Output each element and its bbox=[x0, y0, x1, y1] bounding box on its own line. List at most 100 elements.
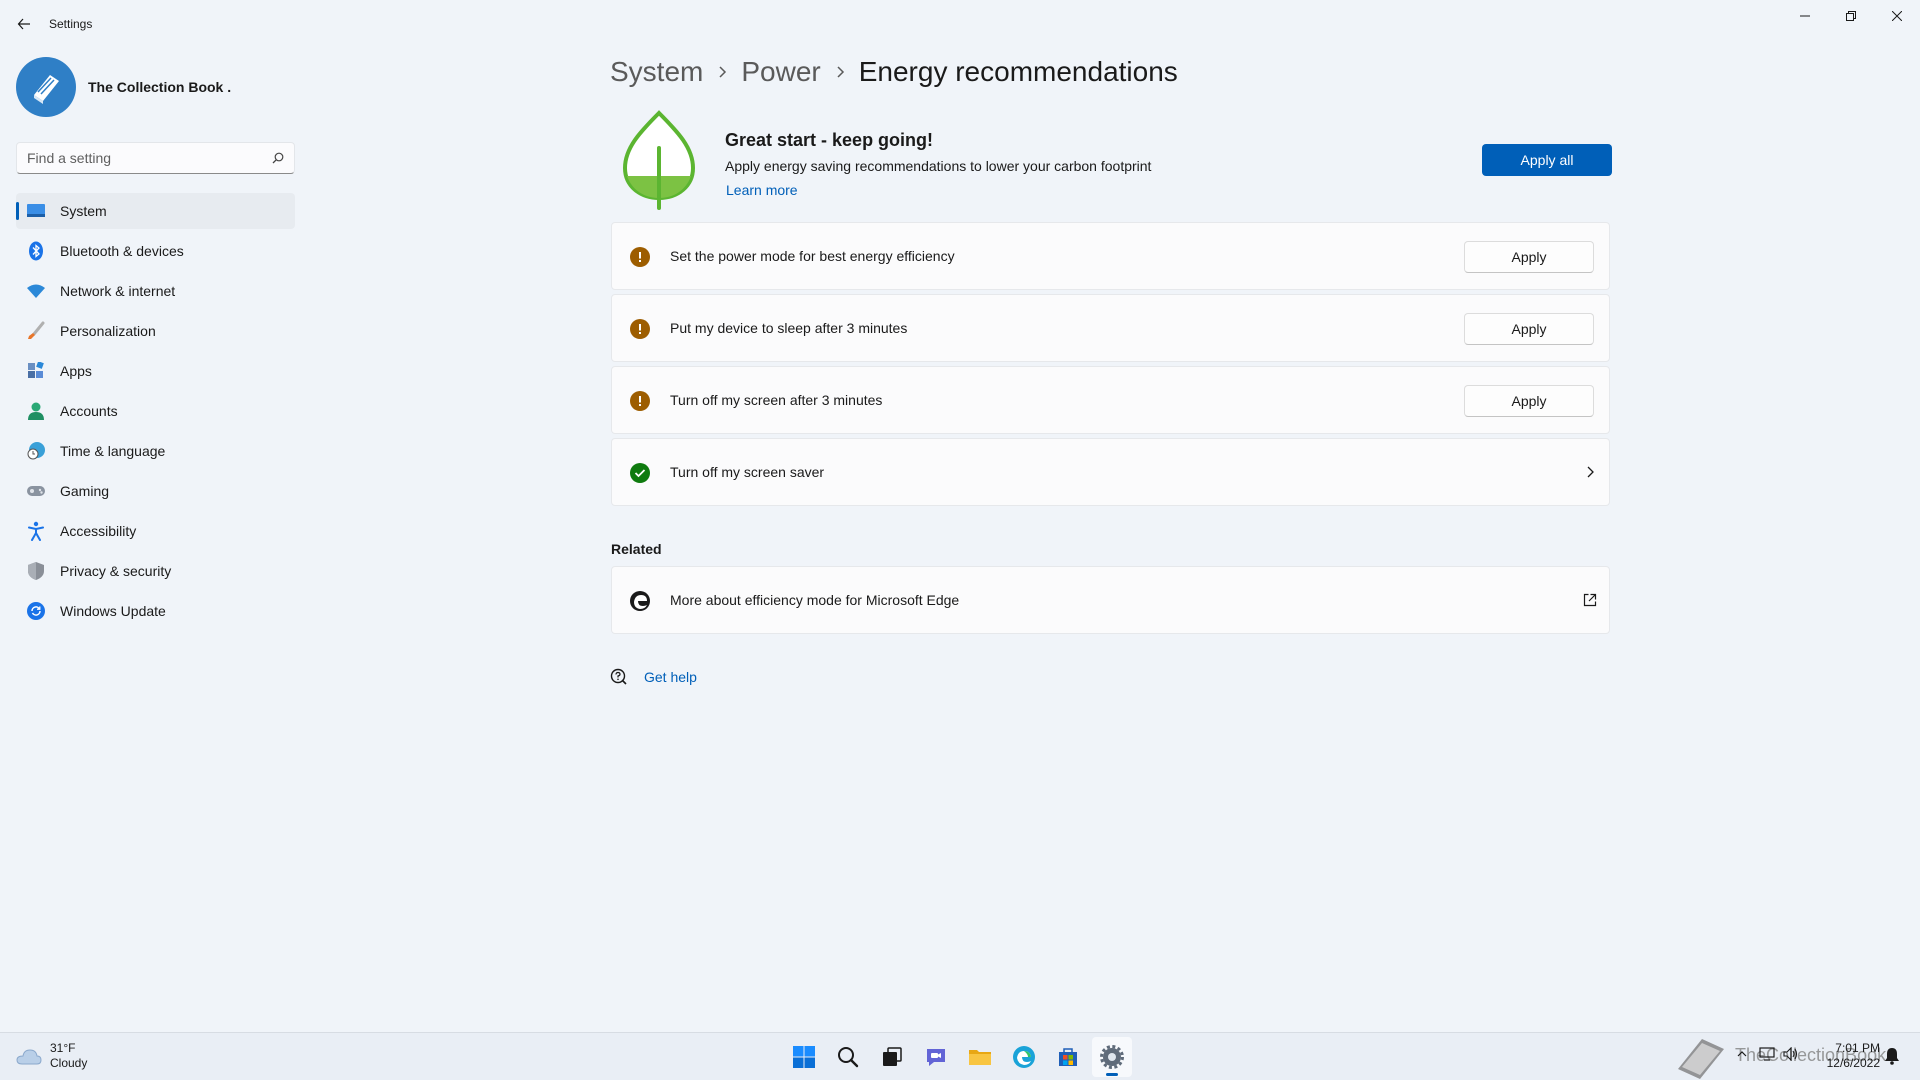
search-input[interactable] bbox=[27, 150, 272, 166]
shield-icon bbox=[26, 561, 46, 581]
sidebar-item-network[interactable]: Network & internet bbox=[16, 273, 295, 309]
apply-all-button[interactable]: Apply all bbox=[1482, 144, 1612, 176]
help-chat-icon bbox=[610, 668, 627, 685]
get-help[interactable]: Get help bbox=[610, 668, 697, 686]
clock-date: 12/6/2022 bbox=[1826, 1056, 1880, 1070]
avatar bbox=[16, 57, 76, 117]
task-view-button[interactable] bbox=[872, 1037, 912, 1077]
search-box[interactable] bbox=[16, 142, 295, 174]
back-arrow-icon bbox=[17, 18, 30, 30]
recommendation-text: Turn off my screen saver bbox=[670, 464, 825, 480]
sidebar-item-time-language[interactable]: Time & language bbox=[16, 433, 295, 469]
learn-more-link[interactable]: Learn more bbox=[726, 182, 798, 198]
globe-clock-icon bbox=[26, 441, 46, 461]
person-icon bbox=[26, 401, 46, 421]
sidebar-item-accessibility[interactable]: Accessibility bbox=[16, 513, 295, 549]
breadcrumb-power[interactable]: Power bbox=[741, 56, 820, 88]
taskbar: 31°F Cloudy TheCollectionBook 7:01 PM 12… bbox=[0, 1032, 1920, 1080]
apply-button[interactable]: Apply bbox=[1464, 241, 1594, 273]
edge-icon bbox=[629, 590, 651, 612]
sidebar-item-gaming[interactable]: Gaming bbox=[16, 473, 295, 509]
brush-icon bbox=[26, 321, 46, 341]
chat-button[interactable] bbox=[916, 1037, 956, 1077]
sidebar-item-privacy[interactable]: Privacy & security bbox=[16, 553, 295, 589]
edge-icon bbox=[1013, 1046, 1035, 1068]
energy-hero: Great start - keep going! Apply energy s… bbox=[610, 110, 1612, 210]
sidebar-item-apps[interactable]: Apps bbox=[16, 353, 295, 389]
clock-time: 7:01 PM bbox=[1835, 1041, 1880, 1055]
search-icon[interactable] bbox=[272, 152, 284, 164]
taskbar-apps bbox=[784, 1037, 1136, 1077]
recommendation-text: Turn off my screen after 3 minutes bbox=[670, 392, 883, 408]
folder-icon bbox=[969, 1050, 991, 1065]
profile-name: The Collection Book . bbox=[88, 79, 232, 95]
breadcrumb-system[interactable]: System bbox=[610, 56, 703, 88]
start-button[interactable] bbox=[784, 1037, 824, 1077]
network-monitor-icon[interactable] bbox=[1759, 1047, 1775, 1061]
sidebar-nav: System Bluetooth & devices Network & int… bbox=[16, 193, 295, 633]
recommendation-power-mode: Set the power mode for best energy effic… bbox=[611, 222, 1610, 290]
windows-logo-icon bbox=[793, 1046, 815, 1068]
weather-desc: Cloudy bbox=[50, 1056, 88, 1070]
warning-icon bbox=[630, 391, 650, 411]
gamepad-icon bbox=[26, 481, 46, 501]
settings-app-button[interactable] bbox=[1092, 1037, 1132, 1077]
recommendation-sleep: Put my device to sleep after 3 minutes A… bbox=[611, 294, 1610, 362]
sidebar-item-label: Personalization bbox=[60, 323, 156, 339]
app-title: Settings bbox=[49, 17, 93, 31]
sidebar-item-windows-update[interactable]: Windows Update bbox=[16, 593, 295, 629]
minimize-button[interactable] bbox=[1782, 0, 1828, 32]
sidebar-item-label: Network & internet bbox=[60, 283, 176, 299]
external-link-icon bbox=[1583, 593, 1597, 607]
related-text: More about efficiency mode for Microsoft… bbox=[670, 592, 960, 608]
weather-widget[interactable]: 31°F Cloudy bbox=[16, 1041, 87, 1071]
sidebar-item-label: Time & language bbox=[60, 443, 166, 459]
sidebar-item-label: System bbox=[60, 203, 107, 219]
system-icon bbox=[26, 201, 46, 221]
close-button[interactable] bbox=[1874, 0, 1920, 32]
cloud-icon bbox=[16, 1049, 42, 1065]
clock[interactable]: 7:01 PM 12/6/2022 bbox=[1810, 1041, 1880, 1071]
search-icon bbox=[838, 1047, 859, 1068]
task-view-icon bbox=[883, 1047, 902, 1066]
apply-button[interactable]: Apply bbox=[1464, 313, 1594, 345]
restore-button[interactable] bbox=[1828, 0, 1874, 32]
apply-button[interactable]: Apply bbox=[1464, 385, 1594, 417]
file-explorer-button[interactable] bbox=[960, 1037, 1000, 1077]
back-button[interactable] bbox=[12, 12, 36, 36]
sidebar-item-accounts[interactable]: Accounts bbox=[16, 393, 295, 429]
sidebar-item-label: Accounts bbox=[60, 403, 118, 419]
hero-title: Great start - keep going! bbox=[725, 130, 934, 150]
checkmark-icon bbox=[630, 463, 650, 483]
minimize-icon bbox=[1800, 15, 1810, 17]
accessibility-icon bbox=[26, 521, 46, 541]
edge-browser-button[interactable] bbox=[1004, 1037, 1044, 1077]
system-tray bbox=[1735, 1047, 1799, 1061]
hero-description: Apply energy saving recommendations to l… bbox=[725, 158, 1152, 174]
notification-bell-icon[interactable] bbox=[1884, 1047, 1900, 1065]
taskbar-search-button[interactable] bbox=[828, 1037, 868, 1077]
breadcrumb: System Power Energy recommendations bbox=[610, 56, 1178, 88]
leaf-icon bbox=[622, 110, 696, 210]
sidebar-item-label: Privacy & security bbox=[60, 563, 172, 579]
sidebar-item-label: Windows Update bbox=[60, 603, 166, 619]
sidebar-item-label: Bluetooth & devices bbox=[60, 243, 184, 259]
weather-temp: 31°F bbox=[50, 1041, 76, 1055]
restore-icon bbox=[1846, 11, 1856, 21]
sidebar-item-personalization[interactable]: Personalization bbox=[16, 313, 295, 349]
sidebar-item-system[interactable]: System bbox=[16, 193, 295, 229]
chevron-up-icon[interactable] bbox=[1735, 1047, 1749, 1061]
recommendation-screen-saver[interactable]: Turn off my screen saver bbox=[611, 438, 1610, 506]
gear-icon bbox=[1100, 1045, 1124, 1069]
related-heading: Related bbox=[611, 541, 662, 557]
related-edge-efficiency[interactable]: More about efficiency mode for Microsoft… bbox=[611, 566, 1610, 634]
recommendation-screen-off: Turn off my screen after 3 minutes Apply bbox=[611, 366, 1610, 434]
recommendation-text: Set the power mode for best energy effic… bbox=[670, 248, 955, 264]
get-help-link[interactable]: Get help bbox=[644, 669, 697, 685]
sidebar-item-bluetooth[interactable]: Bluetooth & devices bbox=[16, 233, 295, 269]
user-profile[interactable]: The Collection Book . bbox=[16, 57, 231, 117]
close-icon bbox=[1892, 11, 1902, 21]
warning-icon bbox=[630, 319, 650, 339]
store-button[interactable] bbox=[1048, 1037, 1088, 1077]
volume-icon[interactable] bbox=[1783, 1047, 1799, 1061]
